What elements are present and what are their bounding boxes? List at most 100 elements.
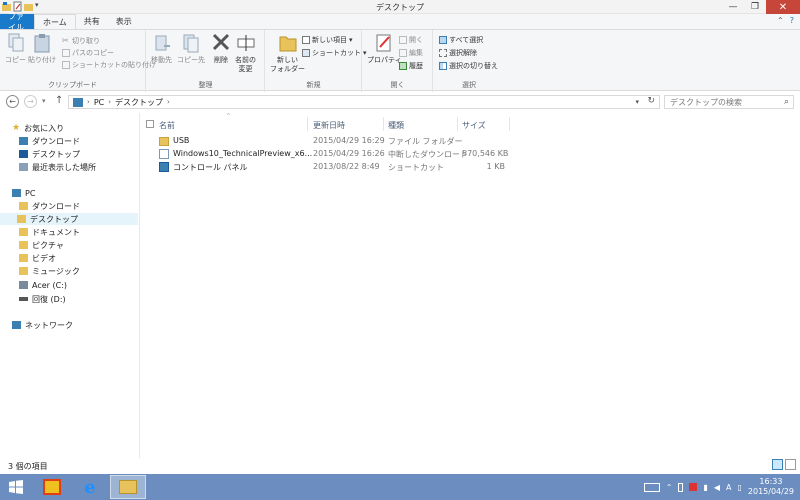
address-dropdown-icon[interactable]: ▾ [635,98,639,106]
invert-selection-button[interactable]: 選択の切り替え [439,61,498,71]
action-center-icon[interactable] [689,483,698,491]
volume-icon[interactable]: ◀ [714,483,720,492]
breadcrumb-desktop[interactable]: デスクトップ [115,97,163,108]
new-item-icon [302,36,310,44]
nav-pc-desktop[interactable]: デスクトップ [0,213,138,225]
nav-pc-music[interactable]: ミュージック [19,265,80,277]
nav-favorites[interactable]: ★ お気に入り [12,122,64,134]
file-row[interactable]: USB 2015/04/29 16:29 ファイル フォルダー [159,136,659,148]
tray-overflow-icon[interactable]: ⌃ [666,483,673,492]
move-to-icon [155,35,170,51]
cut-button[interactable]: ✂ 切り取り [62,36,100,46]
rename-button[interactable]: 名前の 変更 [235,32,256,74]
file-size: 570,546 KB [462,149,509,158]
clock[interactable]: 16:33 2015/04/29 [748,477,794,497]
select-all-button[interactable]: すべて選択 [439,35,483,45]
paste-shortcut-button[interactable]: ショートカットの貼り付け [62,60,156,70]
copy-button[interactable]: コピー [5,32,26,65]
breadcrumb-pc[interactable]: PC [94,98,104,107]
column-divider[interactable] [383,117,384,131]
network-tray-icon[interactable]: ▮ [703,483,707,492]
file-row[interactable]: コントロール パネル 2013/08/22 8:49 ショートカット 1 KB [159,162,659,174]
rename-icon [237,35,254,51]
select-all-checkbox[interactable] [146,120,154,128]
music-folder-icon [19,267,28,275]
delete-button[interactable]: 削除 [211,32,231,65]
nav-pc-downloads[interactable]: ダウンロード [19,200,80,212]
new-group: 新しい フォルダー 新しい項目 ▾ ショートカット ▾ 新規 [266,30,367,92]
nav-pc[interactable]: PC [12,187,35,199]
column-header-date[interactable]: 更新日時 [313,119,345,131]
tab-home[interactable]: ホーム [34,14,76,29]
nav-pc-documents[interactable]: ドキュメント [19,226,80,238]
view-switcher [772,459,796,470]
tab-view[interactable]: 表示 [108,14,140,29]
column-header-type[interactable]: 種類 [388,119,404,131]
file-type: 中断したダウンロード [388,150,468,159]
tab-file[interactable]: ファイル [0,12,34,32]
select-none-button[interactable]: 選択解除 [439,48,477,58]
breadcrumb-separator-icon[interactable]: › [167,98,170,106]
help-icon[interactable]: ? [790,16,794,25]
ime-indicator[interactable]: A [726,483,731,492]
nav-pc-videos[interactable]: ビデオ [19,252,56,264]
recent-dropdown-icon[interactable]: ▾ [42,97,46,105]
forward-button[interactable]: → [24,95,37,108]
ime-mode-icon[interactable]: ▯ [737,483,741,492]
refresh-icon[interactable]: ↻ [647,96,655,106]
nav-fav-downloads[interactable]: ダウンロード [19,135,80,147]
back-button[interactable]: ← [6,95,19,108]
tab-share[interactable]: 共有 [76,14,108,29]
maximize-button[interactable]: ❐ [744,0,766,14]
taskbar-ie[interactable]: e [72,475,108,499]
internet-explorer-icon: e [84,476,96,498]
nav-fav-recent[interactable]: 最近表示した場所 [19,161,96,173]
large-icons-view-icon[interactable] [785,459,796,470]
ribbon-collapse-icon[interactable]: ⌃ [777,16,784,25]
nav-network[interactable]: ネットワーク [12,319,73,331]
nav-fav-desktop[interactable]: デスクトップ [19,148,80,160]
keyboard-icon[interactable] [643,482,660,492]
title-bar: ▾ デスクトップ — ❐ ✕ [0,0,800,14]
battery-icon[interactable] [678,482,684,492]
file-date: 2013/08/22 8:49 [313,162,380,171]
start-button[interactable] [0,474,32,500]
desktop-folder-icon [17,215,26,223]
videos-folder-icon [19,254,28,262]
open-button[interactable]: 開く [399,35,423,45]
network-icon [12,321,21,329]
column-divider[interactable] [457,117,458,131]
nav-drive-d[interactable]: 回復 (D:) [19,293,66,305]
copy-to-button[interactable]: コピー先 [177,32,205,65]
copy-path-icon [62,49,70,57]
address-bar[interactable]: › PC › デスクトップ › ▾ ↻ [68,95,660,109]
shortcut-button[interactable]: ショートカット ▾ [302,48,367,58]
up-arrow-icon[interactable]: ↑ [55,95,63,106]
details-view-icon[interactable] [772,459,783,470]
properties-button[interactable]: プロパティ [367,32,402,65]
column-header-name[interactable]: 名前 [159,119,175,131]
column-header-size[interactable]: サイズ [462,119,486,131]
ribbon: コピー 貼り付け ✂ 切り取り パスのコピー ショートカットの貼り付け クリップボ… [0,29,800,92]
new-item-button[interactable]: 新しい項目 ▾ [302,35,353,45]
edit-button[interactable]: 編集 [399,48,423,58]
move-to-button[interactable]: 移動先 [151,32,172,65]
copy-path-button[interactable]: パスのコピー [62,48,114,58]
nav-drive-c[interactable]: Acer (C:) [19,279,67,291]
nav-pc-pictures[interactable]: ピクチャ [19,239,64,251]
column-divider[interactable] [509,117,510,131]
history-button[interactable]: 履歴 [399,61,423,71]
windows-drive-icon [19,281,28,289]
paste-button[interactable]: 貼り付け [28,32,56,65]
taskbar-app-yellow[interactable] [34,475,70,499]
close-button[interactable]: ✕ [766,0,800,14]
search-icon[interactable]: ⌕ [784,97,789,107]
open-group: プロパティ 開く 編集 履歴 開く [363,30,433,92]
column-divider[interactable] [307,117,308,131]
new-folder-button[interactable]: 新しい フォルダー [270,32,305,74]
file-row[interactable]: Windows10_TechnicalPreview_x6... 2015/04… [159,149,659,161]
search-input[interactable]: デスクトップの検索 ⌕ [664,95,794,109]
minimize-button[interactable]: — [722,0,744,14]
organize-group-label: 整理 [198,81,213,89]
taskbar-explorer[interactable] [110,475,146,499]
